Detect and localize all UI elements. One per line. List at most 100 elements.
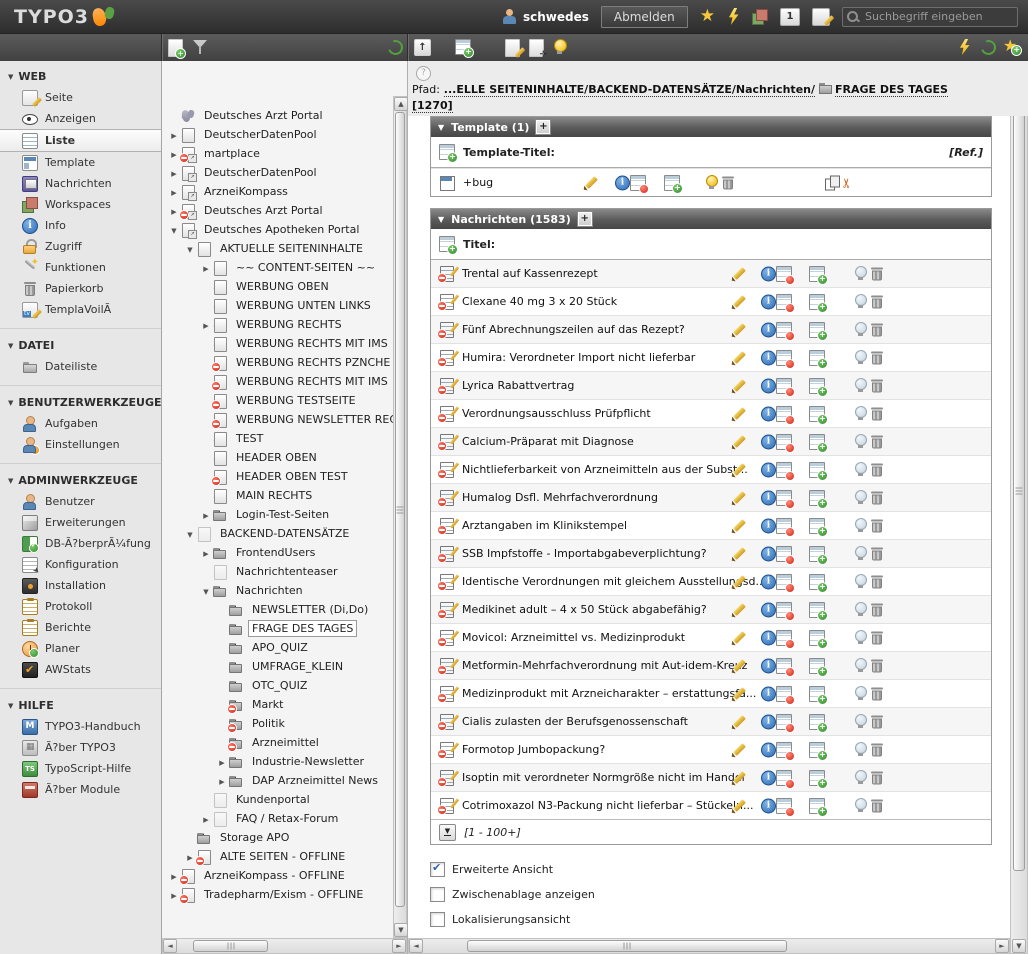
hide-timing-icon[interactable] bbox=[776, 573, 795, 593]
page-node-icon[interactable]: ↗ bbox=[212, 450, 228, 466]
delete-trash-icon[interactable] bbox=[871, 490, 883, 505]
tree-node[interactable]: ↗ DAP Arzneimittel News bbox=[162, 771, 393, 790]
tree-node-label[interactable]: Storage APO bbox=[217, 830, 292, 845]
record-title[interactable]: +bug bbox=[463, 176, 493, 189]
page-node-icon[interactable]: ↗ bbox=[180, 165, 197, 182]
hide-timing-icon[interactable] bbox=[776, 685, 795, 705]
expand-arrow-icon[interactable] bbox=[200, 261, 212, 274]
module-menu-item[interactable]: Liste bbox=[0, 129, 161, 152]
info-icon[interactable] bbox=[761, 490, 776, 505]
logged-in-user[interactable]: schwedes bbox=[502, 9, 589, 24]
delete-trash-icon[interactable] bbox=[871, 686, 883, 701]
hide-timing-icon[interactable] bbox=[776, 797, 795, 817]
workspace-icon[interactable] bbox=[752, 8, 768, 25]
hide-timing-icon[interactable] bbox=[776, 545, 795, 565]
logout-button[interactable]: Abmelden bbox=[600, 5, 688, 28]
tree-vertical-scrollbar[interactable]: ▲ ▼ bbox=[393, 96, 408, 938]
new-record-after-icon[interactable] bbox=[809, 517, 828, 537]
new-record-after-icon[interactable] bbox=[809, 433, 828, 453]
module-menu-item[interactable]: TYPO3-Handbuch bbox=[0, 716, 161, 737]
page-node-icon[interactable]: ↗ bbox=[179, 203, 197, 220]
scroll-right-arrow[interactable]: ► bbox=[995, 939, 1009, 953]
delete-trash-icon[interactable] bbox=[871, 658, 883, 673]
page-node-icon[interactable]: ↗ bbox=[180, 108, 196, 124]
unhide-lightbulb-icon[interactable] bbox=[855, 433, 867, 450]
expand-arrow-icon[interactable] bbox=[168, 166, 180, 179]
info-icon[interactable] bbox=[761, 602, 776, 617]
page-node-icon[interactable]: ↗ bbox=[227, 735, 244, 752]
delete-trash-icon[interactable] bbox=[871, 294, 883, 309]
tree-node[interactable]: ↗ Tradepharm/Exism - OFFLINE bbox=[162, 885, 393, 904]
new-record-after-icon[interactable] bbox=[809, 265, 828, 285]
delete-trash-icon[interactable] bbox=[871, 322, 883, 337]
info-icon[interactable] bbox=[761, 798, 776, 813]
tree-node-label[interactable]: Arzneimittel bbox=[249, 735, 322, 750]
tree-node-label[interactable]: ALTE SEITEN - OFFLINE bbox=[217, 849, 348, 864]
filter-icon[interactable] bbox=[193, 40, 207, 55]
page-node-icon[interactable]: ↗ bbox=[211, 374, 228, 391]
page-node-icon[interactable]: ↗ bbox=[212, 564, 228, 580]
new-record-after-icon[interactable] bbox=[809, 349, 828, 369]
tree-scroll-left-arrow[interactable]: ◄ bbox=[163, 939, 177, 953]
tree-node[interactable]: ↗ HEADER OBEN TEST bbox=[162, 467, 393, 486]
news-record-icon[interactable] bbox=[437, 741, 454, 759]
unhide-lightbulb-icon[interactable] bbox=[855, 769, 867, 786]
hide-timing-icon[interactable] bbox=[776, 713, 795, 733]
info-icon[interactable] bbox=[761, 462, 776, 477]
new-record-after-icon[interactable] bbox=[809, 377, 828, 397]
edit-pencil-icon[interactable] bbox=[731, 518, 747, 534]
tree-node-label[interactable]: WERBUNG RECHTS MIT IMS bbox=[233, 374, 391, 389]
tree-node-label[interactable]: BACKEND-DATENSÄTZE bbox=[217, 526, 352, 541]
expand-arrow-icon[interactable] bbox=[200, 508, 212, 521]
unhide-lightbulb-icon[interactable] bbox=[855, 713, 867, 730]
tree-node-label[interactable]: WERBUNG OBEN bbox=[233, 279, 332, 294]
edit-records-icon[interactable] bbox=[505, 39, 520, 57]
page-node-icon[interactable]: ↗ bbox=[228, 621, 244, 637]
news-record-icon[interactable] bbox=[437, 461, 454, 479]
hide-timing-icon[interactable] bbox=[776, 601, 795, 621]
tree-node[interactable]: ↗ Deutsches Arzt Portal bbox=[162, 106, 393, 125]
tree-node[interactable]: ↗ APO_QUIZ bbox=[162, 638, 393, 657]
tree-node-label[interactable]: NEWSLETTER (Di,Do) bbox=[249, 602, 371, 617]
tree-node-label[interactable]: Deutsches Arzt Portal bbox=[201, 203, 326, 218]
tree-node[interactable]: ↗ Arzneimittel bbox=[162, 733, 393, 752]
info-icon[interactable] bbox=[761, 406, 776, 421]
tree-node-label[interactable]: ArzneiKompass - OFFLINE bbox=[201, 868, 348, 883]
info-icon[interactable] bbox=[761, 714, 776, 729]
page-node-icon[interactable]: ↗ bbox=[196, 241, 212, 257]
module-menu-item[interactable]: Template bbox=[0, 152, 161, 173]
scroll-left-arrow[interactable]: ◄ bbox=[409, 939, 423, 953]
news-record-icon[interactable] bbox=[437, 293, 454, 311]
new-record-after-icon[interactable] bbox=[809, 657, 828, 677]
page-node-icon[interactable]: ↗ bbox=[212, 811, 228, 827]
module-menu-item[interactable]: Planer bbox=[0, 638, 161, 659]
tree-node-label[interactable]: UMFRAGE_KLEIN bbox=[249, 659, 346, 674]
content-horizontal-scrollbar[interactable]: ◄ ► bbox=[408, 938, 1010, 954]
content-vertical-scrollbar[interactable]: ▲ ▼ bbox=[1010, 94, 1028, 954]
module-menu-item[interactable]: DB-Ã?berprÃ¼fung bbox=[0, 533, 161, 554]
edit-pencil-icon[interactable] bbox=[731, 462, 747, 478]
hide-lightbulb-icon[interactable] bbox=[706, 174, 718, 191]
record-title[interactable]: Medikinet adult – 4 x 50 Stück abgabefäh… bbox=[462, 603, 707, 616]
edit-pencil-icon[interactable] bbox=[731, 350, 747, 366]
unhide-lightbulb-icon[interactable] bbox=[855, 321, 867, 338]
hide-timing-icon[interactable] bbox=[776, 657, 795, 677]
delete-trash-icon[interactable] bbox=[871, 462, 883, 477]
page-node-icon[interactable]: ↗ bbox=[180, 184, 197, 201]
hide-timing-icon[interactable] bbox=[776, 461, 795, 481]
unhide-lightbulb-icon[interactable] bbox=[855, 293, 867, 310]
tree-node-label[interactable]: DeutscherDatenPool bbox=[201, 127, 320, 142]
new-record-after-icon[interactable] bbox=[809, 489, 828, 509]
tree-node[interactable]: ↗ Industrie-Newsletter bbox=[162, 752, 393, 771]
tree-node[interactable]: ↗ WERBUNG NEWSLETTER REC bbox=[162, 410, 393, 429]
record-title[interactable]: Cotrimoxazol N3-Packung nicht lieferbar … bbox=[462, 799, 754, 812]
page-node-icon[interactable]: ↗ bbox=[212, 260, 228, 276]
tree-node[interactable]: ↗ FrontendUsers bbox=[162, 543, 393, 562]
news-record-icon[interactable] bbox=[437, 601, 454, 619]
page-node-icon[interactable]: ↗ bbox=[180, 222, 197, 239]
expand-arrow-icon[interactable] bbox=[168, 128, 180, 141]
new-record-after-icon[interactable] bbox=[809, 545, 828, 565]
tree-node-label[interactable]: WERBUNG NEWSLETTER REC bbox=[233, 412, 393, 427]
hscrollbar-thumb[interactable] bbox=[467, 940, 787, 952]
new-record-after-icon[interactable] bbox=[809, 321, 828, 341]
